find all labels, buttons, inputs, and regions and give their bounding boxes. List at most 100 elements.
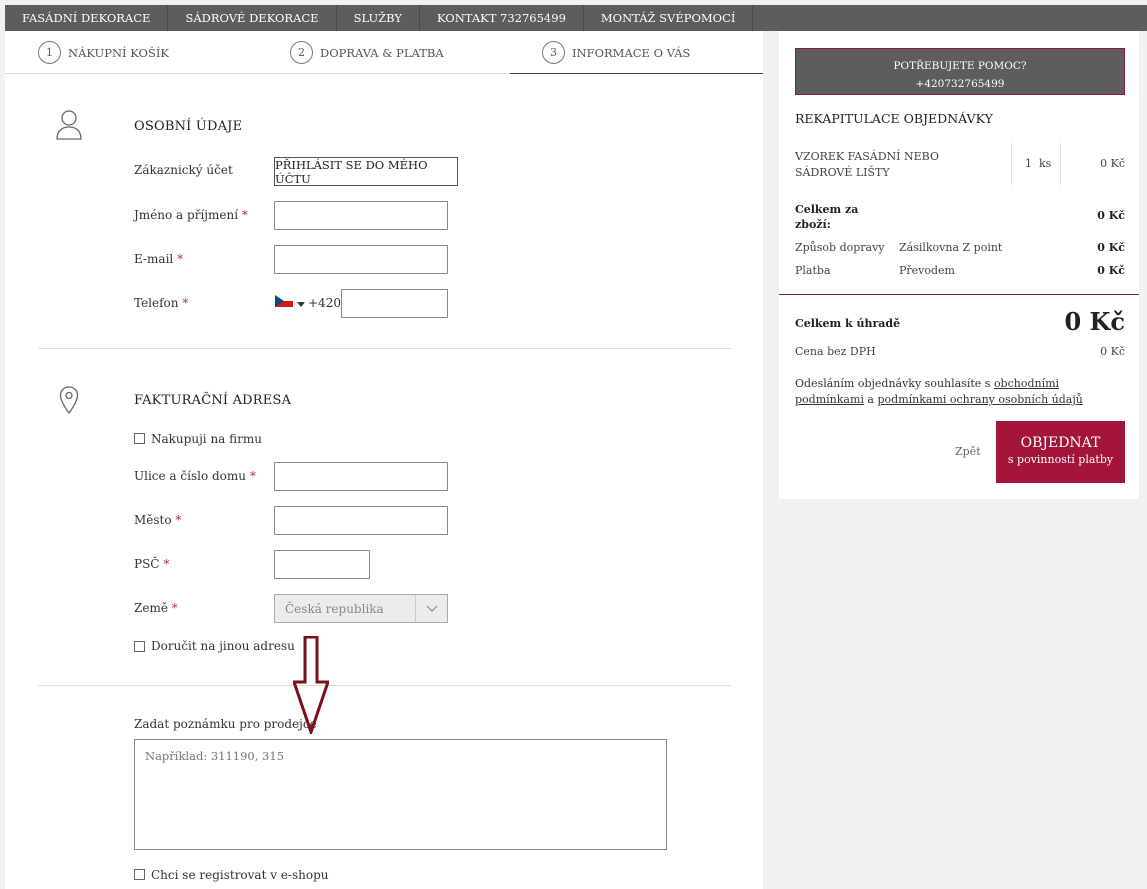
step-label: INFORMACE O VÁS <box>572 45 691 60</box>
payment-label: Platba <box>795 264 831 277</box>
shipping-label: Způsob dopravy <box>795 241 885 254</box>
required-mark: * <box>175 513 182 527</box>
order-summary-sidebar: POTŘEBUJETE POMOC? +420732765499 REKAPIT… <box>779 31 1139 499</box>
name-input[interactable] <box>274 201 448 230</box>
register-checkbox[interactable] <box>134 869 145 880</box>
phone-prefix: +420 <box>308 295 341 310</box>
no-vat-label: Cena bez DPH <box>795 345 876 358</box>
required-mark: * <box>249 469 256 483</box>
note-textarea[interactable]: Například: 311190, 315 <box>134 739 667 850</box>
active-step-indicator <box>510 73 763 74</box>
city-label-text: Město <box>134 513 172 527</box>
total-label: Celkem k úhradě <box>795 317 901 330</box>
step-label: NÁKUPNÍ KOŠÍK <box>68 45 169 60</box>
required-mark: * <box>163 557 170 571</box>
phone-label: Telefon * <box>134 296 188 310</box>
checkout-steps: 1 NÁKUPNÍ KOŠÍK 2 DOPRAVA & PLATBA 3 INF… <box>5 31 763 74</box>
street-label: Ulice a číslo domu * <box>134 469 256 483</box>
street-label-text: Ulice a číslo domu <box>134 469 247 483</box>
billing-section-title: FAKTURAČNÍ ADRESA <box>134 393 292 408</box>
checkout-form-panel: 1 NÁKUPNÍ KOŠÍK 2 DOPRAVA & PLATBA 3 INF… <box>5 31 763 889</box>
column-divider <box>1011 143 1012 185</box>
section-divider <box>38 685 731 686</box>
czech-flag-icon <box>275 295 293 310</box>
required-mark: * <box>241 208 248 222</box>
item-qty-unit: ks <box>1039 157 1052 170</box>
account-label: Zákaznický účet <box>134 163 233 177</box>
terms-text: Odesláním objednávky souhlasíte s obchod… <box>795 376 1130 408</box>
no-vat-value: 0 Kč <box>1100 345 1125 358</box>
help-phone: +420732765499 <box>915 78 1005 90</box>
required-mark: * <box>177 252 184 266</box>
company-checkbox-label: Nakupuji na firmu <box>151 432 262 446</box>
phone-input[interactable] <box>341 289 448 318</box>
name-label-text: Jméno a příjmení <box>134 208 239 222</box>
email-label: E-mail * <box>134 252 183 266</box>
payment-price: 0 Kč <box>1097 264 1125 277</box>
shipping-value: Zásilkovna Z point <box>899 241 1003 254</box>
chevron-down-icon <box>415 595 447 622</box>
street-input[interactable] <box>274 462 448 491</box>
top-navigation: FASÁDNÍ DEKORACE SÁDROVÉ DEKORACE SLUŽBY… <box>5 5 1147 31</box>
order-button[interactable]: OBJEDNAT s povinností platby <box>996 421 1125 483</box>
company-checkbox[interactable] <box>134 433 145 444</box>
item-quantity: 1 ks <box>1025 157 1051 170</box>
total-divider <box>779 294 1139 295</box>
item-price: 0 Kč <box>1100 157 1125 170</box>
item-name: VZOREK FASÁDNÍ NEBO SÁDROVÉ LIŠTY <box>795 150 939 179</box>
section-divider <box>38 348 731 349</box>
help-title: POTŘEBUJETE POMOC? <box>893 60 1027 72</box>
step-cart[interactable]: 1 NÁKUPNÍ KOŠÍK <box>38 31 169 74</box>
terms-and: a <box>867 393 874 406</box>
nav-item-kontakt[interactable]: KONTAKT 732765499 <box>420 5 584 31</box>
country-label: Země * <box>134 601 178 615</box>
personal-section-title: OSOBNÍ ÚDAJE <box>134 119 243 134</box>
nav-item-sadrove-dekorace[interactable]: SÁDROVÉ DEKORACE <box>168 5 337 31</box>
login-button[interactable]: PŘIHLÁSIT SE DO MÉHO ÚČTU <box>274 157 458 186</box>
phone-country-select[interactable]: +420 <box>275 295 341 310</box>
order-button-sublabel: s povinností platby <box>1007 453 1114 466</box>
phone-label-text: Telefon <box>134 296 179 310</box>
location-pin-icon <box>59 386 79 417</box>
country-select[interactable]: Česká republika <box>274 594 448 623</box>
item-qty-value: 1 <box>1025 157 1032 170</box>
privacy-link[interactable]: podmínkami ochrany osobních údajů <box>877 393 1082 406</box>
nav-item-montaz[interactable]: MONTÁŽ SVÉPOMOCÍ <box>584 5 754 31</box>
other-address-label: Doručit na jinou adresu <box>151 639 295 653</box>
shipping-price: 0 Kč <box>1097 241 1125 254</box>
column-divider <box>1060 143 1061 185</box>
total-value: 0 Kč <box>1064 307 1125 336</box>
terms-prefix: Odesláním objednávky souhlasíte s <box>795 377 991 390</box>
step-information[interactable]: 3 INFORMACE O VÁS <box>542 31 690 74</box>
email-input[interactable] <box>274 245 448 274</box>
back-link[interactable]: Zpět <box>955 445 981 458</box>
step-label: DOPRAVA & PLATBA <box>320 45 444 60</box>
step-number: 1 <box>38 41 61 64</box>
order-recap-title: REKAPITULACE OBJEDNÁVKY <box>795 111 993 126</box>
payment-value: Převodem <box>899 264 955 277</box>
order-button-label: OBJEDNAT <box>1020 435 1101 451</box>
zip-label: PSČ * <box>134 557 169 571</box>
zip-input[interactable] <box>274 550 370 579</box>
goods-total-label: Celkem za zboží: <box>795 203 859 231</box>
person-icon <box>55 109 83 144</box>
zip-label-text: PSČ <box>134 557 160 571</box>
nav-item-fasadni-dekorace[interactable]: FASÁDNÍ DEKORACE <box>5 5 169 31</box>
step-number: 3 <box>542 41 565 64</box>
step-number: 2 <box>290 41 313 64</box>
note-label: Zadat poznámku pro prodejce <box>134 717 317 731</box>
email-label-text: E-mail <box>134 252 174 266</box>
help-box[interactable]: POTŘEBUJETE POMOC? +420732765499 <box>795 48 1125 95</box>
down-arrow-annotation-icon <box>291 635 331 737</box>
step-shipping-payment[interactable]: 2 DOPRAVA & PLATBA <box>290 31 444 74</box>
chevron-down-icon <box>297 296 305 310</box>
other-address-checkbox[interactable] <box>134 641 145 652</box>
nav-item-sluzby[interactable]: SLUŽBY <box>337 5 420 31</box>
country-value: Česká republika <box>285 601 384 616</box>
country-label-text: Země <box>134 601 168 615</box>
goods-total-value: 0 Kč <box>1097 209 1125 222</box>
required-mark: * <box>182 296 189 310</box>
city-label: Město * <box>134 513 181 527</box>
name-label: Jméno a příjmení * <box>134 208 248 222</box>
city-input[interactable] <box>274 506 448 535</box>
